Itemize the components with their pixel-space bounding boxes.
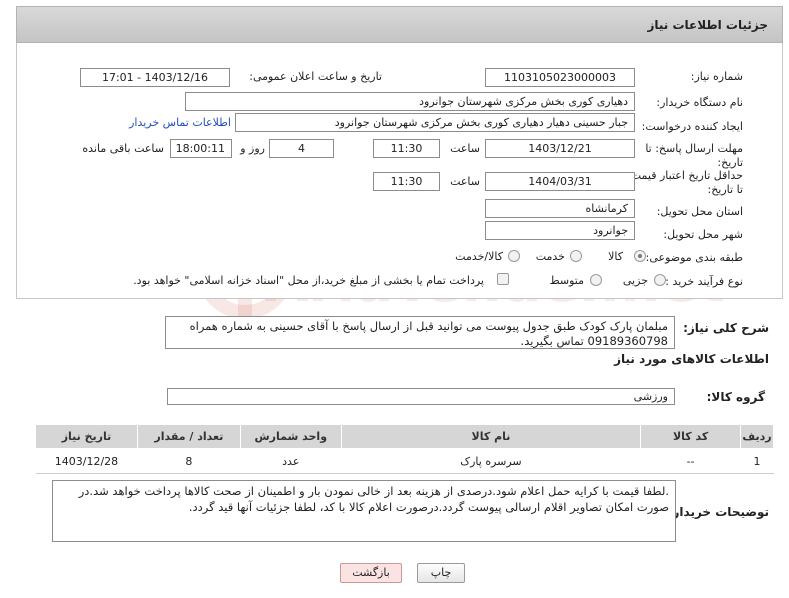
treasury-payment-note: پرداخت تمام یا بخشی از مبلغ خرید،از محل … bbox=[133, 274, 484, 287]
category-label: طبقه بندی موضوعی: bbox=[645, 251, 743, 264]
process-minor-label: جزیی bbox=[622, 274, 648, 287]
buyer-notes-text: .لطفا قیمت با کرایه حمل اعلام شود.درصدی … bbox=[52, 480, 676, 542]
goods-group-field: ورزشی bbox=[167, 388, 675, 405]
reply-time-label: ساعت bbox=[450, 142, 480, 155]
cell-name: سرسره پارک bbox=[341, 448, 641, 474]
days-label: روز و bbox=[240, 142, 265, 155]
process-medium-radio[interactable] bbox=[590, 274, 602, 286]
category-goods-label: کالا bbox=[608, 250, 623, 263]
province-field: کرمانشاه bbox=[485, 199, 635, 218]
remaining-time-field: 18:00:11 bbox=[170, 139, 232, 158]
city-field: جوانرود bbox=[485, 221, 635, 240]
contact-info-link[interactable]: اطلاعات تماس خریدار bbox=[129, 116, 231, 129]
col-date: تاریخ نیاز bbox=[35, 424, 138, 449]
need-number-label: شماره نیاز: bbox=[690, 70, 743, 83]
back-button[interactable]: بازگشت bbox=[340, 563, 402, 583]
description-text: مبلمان پارک کودک طبق جدول پیوست می توانی… bbox=[165, 316, 675, 349]
process-label: نوع فرآیند خرید : bbox=[665, 275, 743, 288]
cell-row: 1 bbox=[740, 448, 774, 474]
price-time-label: ساعت bbox=[450, 175, 480, 188]
print-button[interactable]: چاپ bbox=[417, 563, 465, 583]
buyer-notes-label: توضیحات خریدار: bbox=[667, 505, 769, 519]
announce-field: 1403/12/16 - 17:01 bbox=[80, 68, 230, 87]
buyer-org-field: دهیاری کوری بخش مرکزی شهرستان جوانرود bbox=[185, 92, 635, 111]
category-both-label: کالا/خدمت bbox=[455, 250, 503, 263]
category-service-radio[interactable] bbox=[570, 250, 582, 262]
days-field: 4 bbox=[269, 139, 334, 158]
treasury-payment-checkbox[interactable] bbox=[497, 273, 509, 285]
reply-time-field: 11:30 bbox=[373, 139, 440, 158]
items-table: ردیف کد کالا نام کالا واحد شمارش تعداد /… bbox=[35, 424, 774, 474]
cell-qty: 8 bbox=[137, 448, 241, 474]
process-minor-radio[interactable] bbox=[654, 274, 666, 286]
description-label: شرح کلی نیاز: bbox=[683, 321, 769, 335]
price-time-field: 11:30 bbox=[373, 172, 440, 191]
price-validity-label: حداقل تاریخ اعتبار قیمت: تا تاریخ: bbox=[627, 169, 743, 196]
col-name: نام کالا bbox=[340, 424, 642, 449]
col-row: ردیف bbox=[740, 424, 774, 449]
category-goods-radio[interactable] bbox=[634, 250, 646, 262]
reply-date-field: 1403/12/21 bbox=[485, 139, 635, 158]
city-label: شهر محل تحویل: bbox=[663, 228, 743, 241]
goods-group-label: گروه کالا: bbox=[706, 390, 765, 404]
col-code: کد کالا bbox=[640, 424, 742, 449]
panel-header: جزئیات اطلاعات نیاز bbox=[16, 6, 783, 43]
creator-label: ایجاد کننده درخواست: bbox=[641, 120, 743, 133]
province-label: استان محل تحویل: bbox=[656, 205, 743, 218]
remaining-label: ساعت باقی مانده bbox=[82, 142, 164, 155]
panel-title: جزئیات اطلاعات نیاز bbox=[647, 18, 768, 32]
cell-code: -- bbox=[640, 448, 741, 474]
category-both-radio[interactable] bbox=[508, 250, 520, 262]
col-qty: تعداد / مقدار bbox=[136, 424, 241, 449]
reply-deadline-label: مهلت ارسال پاسخ: تا تاریخ: bbox=[645, 142, 743, 169]
col-unit: واحد شمارش bbox=[239, 424, 342, 449]
process-medium-label: متوسط bbox=[549, 274, 584, 287]
cell-unit: عدد bbox=[240, 448, 342, 474]
buyer-org-label: نام دستگاه خریدار: bbox=[656, 96, 743, 109]
goods-section-title: اطلاعات کالاهای مورد نیاز bbox=[614, 352, 769, 366]
category-service-label: خدمت bbox=[535, 250, 565, 263]
price-date-field: 1404/03/31 bbox=[485, 172, 635, 191]
cell-date: 1403/12/28 bbox=[35, 448, 138, 474]
creator-field: جبار حسینی دهیار دهیاری کوری بخش مرکزی ش… bbox=[235, 113, 635, 132]
table-row: 1 -- سرسره پارک عدد 8 1403/12/28 bbox=[35, 448, 774, 474]
announce-label: تاریخ و ساعت اعلان عمومی: bbox=[249, 70, 382, 83]
need-number-field: 1103105023000003 bbox=[485, 68, 635, 87]
